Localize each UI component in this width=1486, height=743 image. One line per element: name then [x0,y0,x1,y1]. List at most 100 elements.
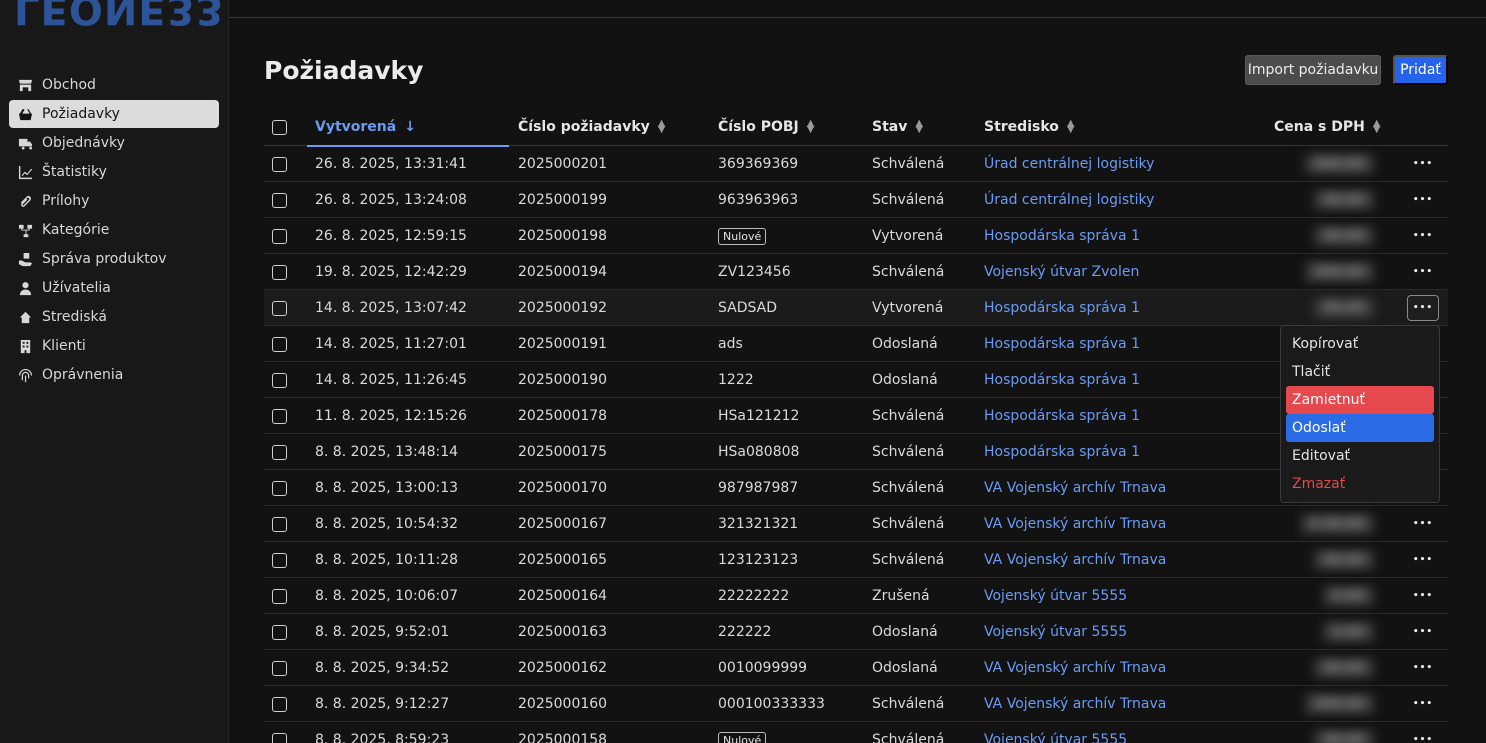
import-request-button[interactable]: Import požiadavku [1245,55,1381,85]
table-row[interactable]: 8. 8. 2025, 13:48:14 2025000175 HSa080808 S… [264,434,1448,470]
center-link[interactable]: VA Vojenský archív Trnava [984,650,1166,686]
more-options-button[interactable]: ••• [1407,619,1439,645]
row-checkbox[interactable] [272,336,287,352]
row-checkbox[interactable] [272,408,287,424]
center-link[interactable]: Vojenský útvar Zvolen [984,254,1139,290]
center-link[interactable]: Vojenský útvar 5555 [984,722,1127,743]
sidebar-item-kategorie[interactable]: Kategórie [9,216,219,244]
center-link[interactable]: Hospodárska správa 1 [984,434,1140,470]
menu-item-edit[interactable]: Editovať [1286,442,1434,470]
center-link[interactable]: VA Vojenský archív Trnava [984,506,1166,542]
column-header-price[interactable]: Cena s DPH ▲ ▼ [1274,108,1381,146]
row-checkbox[interactable] [272,372,287,388]
more-options-button[interactable]: ••• [1407,727,1439,743]
created-cell: 14. 8. 2025, 11:26:45 [315,372,467,388]
row-checkbox[interactable] [272,156,287,172]
sidebar-item-strediska[interactable]: Strediská [9,303,219,331]
more-options-button[interactable]: ••• [1407,295,1439,321]
center-link[interactable]: Hospodárska správa 1 [984,398,1140,434]
more-options-button[interactable]: ••• [1407,547,1439,573]
table-row[interactable]: 26. 8. 2025, 13:31:41 2025000201 369369369… [264,146,1448,182]
column-header-created[interactable]: Vytvorená ↓ [315,108,416,146]
row-checkbox[interactable] [272,516,287,532]
row-select-cell [272,506,287,542]
center-link[interactable]: Hospodárska správa 1 [984,290,1140,326]
center-link[interactable]: Hospodárska správa 1 [984,362,1140,398]
sidebar-item-opravnenia[interactable]: Oprávnenia [9,361,219,389]
column-header-po-number[interactable]: Číslo POBJ ▲ ▼ [718,108,814,146]
row-checkbox[interactable] [272,588,287,604]
sidebar-item-label: Strediská [42,309,107,325]
row-checkbox[interactable] [272,264,287,280]
more-options-button[interactable]: ••• [1407,151,1439,177]
price-cell: 0,00 [1274,614,1374,650]
row-checkbox[interactable] [272,300,287,316]
table-row[interactable]: 8. 8. 2025, 10:06:07 2025000164 22222222 Zr… [264,578,1448,614]
more-options-button[interactable]: ••• [1407,259,1439,285]
status-cell: Schválená [872,408,945,424]
sidebar-item-obchod[interactable]: Obchod [9,71,219,99]
table-row[interactable]: 8. 8. 2025, 9:52:01 2025000163 222222 Odosl… [264,614,1448,650]
created-cell: 26. 8. 2025, 13:24:08 [315,192,467,208]
table-row[interactable]: 8. 8. 2025, 8:59:23 2025000158 Nulové Schvá… [264,722,1448,743]
column-header-request-number[interactable]: Číslo požiadavky ▲ ▼ [518,108,665,146]
column-header-status[interactable]: Stav ▲ ▼ [872,108,923,146]
row-checkbox[interactable] [272,624,287,640]
table-row[interactable]: 26. 8. 2025, 13:24:08 2025000199 963963963… [264,182,1448,218]
logo[interactable]: LEONE33 [14,0,224,32]
center-link[interactable]: Hospodárska správa 1 [984,326,1140,362]
more-options-button[interactable]: ••• [1407,223,1439,249]
sidebar-item-statistiky[interactable]: Štatistiky [9,158,219,186]
hand-box-icon [16,250,34,268]
price-value-redacted: 00,00 [1313,658,1374,678]
center-link[interactable]: Úrad centrálnej logistiky [984,146,1154,182]
table-row[interactable]: 8. 8. 2025, 13:00:13 2025000170 987987987 S… [264,470,1448,506]
table-row[interactable]: 11. 8. 2025, 12:15:26 2025000178 HSa121212… [264,398,1448,434]
center-link[interactable]: VA Vojenský archív Trnava [984,542,1166,578]
sidebar-item-uzivatelia[interactable]: Užívatelia [9,274,219,302]
sidebar-item-objednavky[interactable]: Objednávky [9,129,219,157]
sidebar-item-poziadavky[interactable]: Požiadavky [9,100,219,128]
more-options-button[interactable]: ••• [1407,583,1439,609]
sidebar-item-prilohy[interactable]: Prílohy [9,187,219,215]
menu-item-send[interactable]: Odoslať [1286,414,1434,442]
column-header-center[interactable]: Stredisko ▲ ▼ [984,108,1075,146]
table-row[interactable]: 8. 8. 2025, 9:12:27 2025000160 00010033333… [264,686,1448,722]
table-row[interactable]: 14. 8. 2025, 11:26:45 2025000190 1222 Odosl… [264,362,1448,398]
status-cell: Schválená [872,516,945,532]
row-checkbox[interactable] [272,228,287,244]
center-link[interactable]: Vojenský útvar 5555 [984,614,1127,650]
table-row[interactable]: 8. 8. 2025, 9:34:52 2025000162 0010099999 O… [264,650,1448,686]
more-options-button[interactable]: ••• [1407,691,1439,717]
row-checkbox[interactable] [272,660,287,676]
sidebar-item-label: Prílohy [42,193,90,209]
add-button[interactable]: Pridať [1393,55,1448,85]
table-row[interactable]: 26. 8. 2025, 12:59:15 2025000198 Nulové Vyt… [264,218,1448,254]
row-checkbox[interactable] [272,732,287,743]
more-options-button[interactable]: ••• [1407,511,1439,537]
row-checkbox[interactable] [272,480,287,496]
more-options-button[interactable]: ••• [1407,187,1439,213]
row-checkbox[interactable] [272,444,287,460]
table-row[interactable]: 8. 8. 2025, 10:54:32 2025000167 321321321 S… [264,506,1448,542]
sidebar-item-klienti[interactable]: Klienti [9,332,219,360]
table-row[interactable]: 14. 8. 2025, 11:27:01 2025000191 ads Odosla… [264,326,1448,362]
select-all-checkbox[interactable] [272,119,287,135]
table-row[interactable]: 19. 8. 2025, 12:42:29 2025000194 ZV123456 S… [264,254,1448,290]
center-link[interactable]: Hospodárska správa 1 [984,218,1140,254]
table-row[interactable]: 8. 8. 2025, 10:11:28 2025000165 123123123 S… [264,542,1448,578]
menu-item-print[interactable]: Tlačiť [1286,358,1434,386]
more-options-button[interactable]: ••• [1407,655,1439,681]
center-link[interactable]: VA Vojenský archív Trnava [984,470,1166,506]
row-checkbox[interactable] [272,552,287,568]
row-checkbox[interactable] [272,696,287,712]
sidebar-item-sprava-produktov[interactable]: Správa produktov [9,245,219,273]
menu-item-reject[interactable]: Zamietnuť [1286,386,1434,414]
center-link[interactable]: Úrad centrálnej logistiky [984,182,1154,218]
row-checkbox[interactable] [272,192,287,208]
table-row[interactable]: 14. 8. 2025, 13:07:42 2025000192 SADSAD Vyt… [264,290,1448,326]
menu-item-copy[interactable]: Kopírovať [1286,330,1434,358]
center-link[interactable]: VA Vojenský archív Trnava [984,686,1166,722]
menu-item-delete[interactable]: Zmazať [1286,470,1434,498]
center-link[interactable]: Vojenský útvar 5555 [984,578,1127,614]
